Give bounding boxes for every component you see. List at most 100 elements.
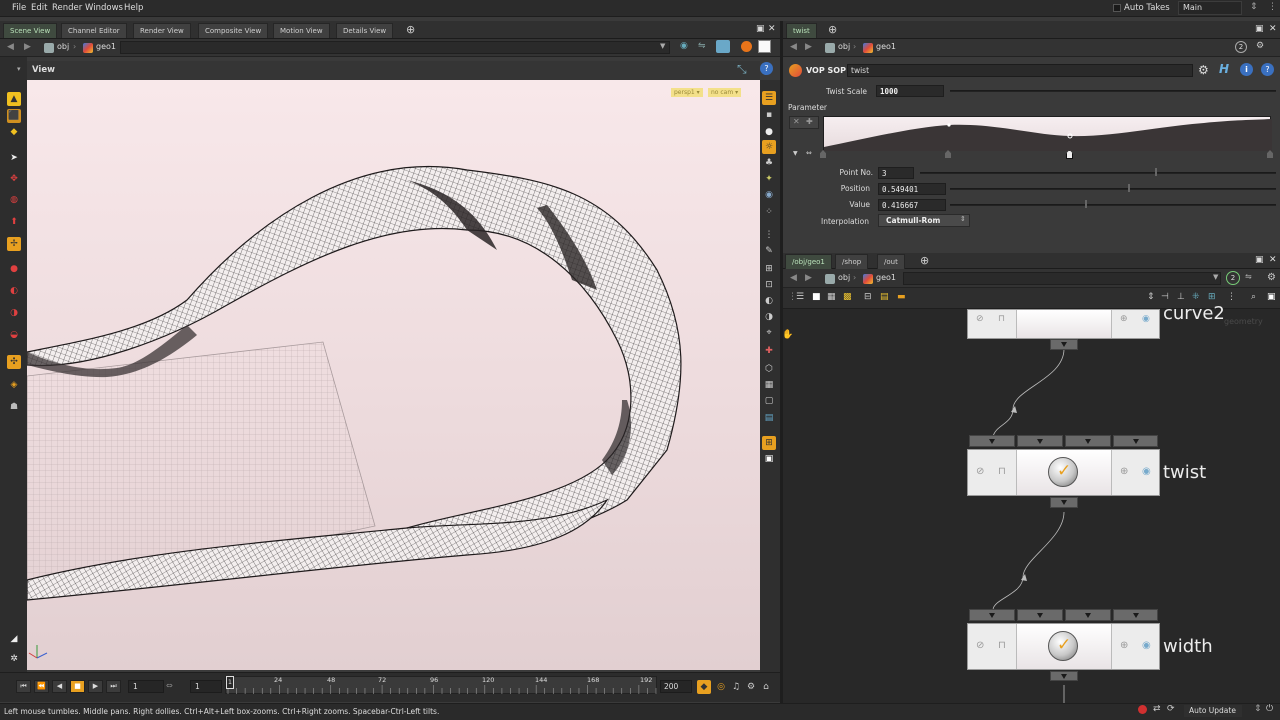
grid-snap-icon[interactable]: ⁜ bbox=[1192, 292, 1200, 302]
template-icon[interactable]: ◑ bbox=[762, 310, 776, 324]
safe-area-icon[interactable]: ▢ bbox=[762, 394, 776, 408]
pointer-icon[interactable]: ➤ bbox=[7, 151, 21, 165]
timeline-options-icon[interactable]: ⌂ bbox=[759, 680, 773, 694]
settings-icon[interactable]: ⚙ bbox=[1267, 272, 1276, 283]
ramp-controls[interactable]: ✕ ✚ bbox=[789, 116, 819, 129]
play-reverse-button[interactable]: ◀ bbox=[52, 680, 67, 693]
camera-lock-icon[interactable]: ⊡ bbox=[762, 278, 776, 292]
point-no-handle[interactable] bbox=[1155, 168, 1157, 176]
tab-out[interactable]: /out bbox=[877, 254, 905, 269]
menu-windows[interactable]: Windows bbox=[85, 3, 123, 13]
tab-channel-editor[interactable]: Channel Editor bbox=[61, 23, 127, 38]
flipbook-icon[interactable]: ⊞ bbox=[762, 436, 776, 450]
current-frame-field[interactable]: 1 bbox=[190, 680, 222, 693]
list-view-icon[interactable]: ☰ bbox=[796, 292, 804, 302]
path-root[interactable]: obj bbox=[57, 42, 69, 51]
add-tab-icon[interactable]: ⊕ bbox=[828, 23, 837, 36]
bypass-icon[interactable]: ⊘ bbox=[976, 314, 984, 324]
background-icon[interactable]: ✚ bbox=[762, 344, 776, 358]
key-icon[interactable]: ◆ bbox=[697, 680, 711, 694]
forward-icon[interactable]: ▶ bbox=[24, 42, 31, 52]
maximize-icon[interactable]: ▣ bbox=[756, 24, 765, 34]
forward-icon[interactable]: ▶ bbox=[805, 42, 812, 52]
frame-all-icon[interactable]: ▣ bbox=[1267, 292, 1276, 302]
menu-help[interactable]: Help bbox=[124, 3, 143, 13]
position-field[interactable]: 0.549401 bbox=[878, 183, 946, 195]
back-icon[interactable]: ◀ bbox=[790, 273, 797, 283]
magnet-icon[interactable]: ◑ bbox=[7, 306, 21, 320]
view-tool-icon[interactable]: ✣ bbox=[7, 355, 21, 369]
sticky-icon[interactable]: ▦ bbox=[827, 292, 836, 302]
brush-icon[interactable]: ● bbox=[7, 262, 21, 276]
network-box-icon[interactable]: ▩ bbox=[843, 292, 852, 302]
close-pane-icon[interactable]: ✕ bbox=[1269, 255, 1277, 265]
global-anim-icon[interactable]: ⚙ bbox=[744, 680, 758, 694]
point-no-field[interactable]: 3 bbox=[878, 167, 914, 179]
vis-icon[interactable]: ◐ bbox=[762, 294, 776, 308]
new-node-icon[interactable]: ■ bbox=[812, 292, 821, 302]
bypass-icon[interactable]: ⊘ bbox=[976, 640, 984, 651]
playhead[interactable]: 1 bbox=[226, 676, 234, 689]
twist-scale-slider[interactable] bbox=[950, 90, 1276, 92]
rotate-icon[interactable]: ◍ bbox=[7, 193, 21, 207]
cook-icon[interactable]: ⟳ bbox=[1167, 704, 1175, 714]
ramp-key-marker-selected[interactable] bbox=[1066, 150, 1073, 159]
align-icon[interactable]: ⊣ bbox=[1161, 292, 1169, 302]
auto-update-select[interactable]: Auto Update bbox=[1184, 705, 1242, 717]
light-icon[interactable]: ☼ bbox=[762, 140, 776, 154]
normals-icon[interactable]: ⋮ bbox=[762, 228, 776, 242]
maximize-icon[interactable]: ▣ bbox=[1255, 255, 1264, 265]
position-handle[interactable] bbox=[1128, 184, 1130, 192]
stop-button[interactable]: ■ bbox=[70, 680, 85, 693]
auto-takes-checkbox[interactable] bbox=[1113, 4, 1121, 12]
tree-icon[interactable]: ⊥ bbox=[1177, 292, 1185, 302]
scale-icon[interactable]: ⬆ bbox=[7, 215, 21, 229]
help-icon[interactable]: ? bbox=[760, 62, 773, 75]
back-icon[interactable]: ◀ bbox=[7, 42, 14, 52]
persp-icon[interactable]: ⬡ bbox=[762, 362, 776, 376]
end-frame-field[interactable]: 200 bbox=[660, 680, 692, 693]
op-name-field[interactable]: twist bbox=[847, 64, 1193, 77]
display-flag-icon[interactable]: ◉ bbox=[1142, 640, 1151, 651]
viewport-label[interactable]: View bbox=[32, 65, 55, 75]
tab-param-twist[interactable]: twist bbox=[786, 23, 817, 38]
display-options-icon[interactable]: ⤡ bbox=[737, 62, 747, 77]
sort-icon[interactable]: ⇕ bbox=[1147, 292, 1155, 302]
lock-icon[interactable]: ⊓ bbox=[998, 314, 1005, 324]
orbit-icon[interactable]: ◈ bbox=[7, 378, 21, 392]
value-field[interactable]: 0.416667 bbox=[878, 199, 946, 211]
tab-details-view[interactable]: Details View bbox=[336, 23, 394, 38]
dropdown-icon[interactable]: ▼ bbox=[1213, 273, 1218, 281]
node-label-width[interactable]: width bbox=[1163, 636, 1213, 657]
more-icon[interactable]: ⋮ bbox=[1268, 2, 1277, 12]
menu-file[interactable]: File bbox=[12, 3, 26, 13]
maximize-icon[interactable]: ▣ bbox=[1255, 24, 1264, 34]
delete-point-icon[interactable]: ✕ bbox=[793, 117, 800, 126]
jump-start-button[interactable]: ⏮ bbox=[16, 680, 31, 693]
menu-render[interactable]: Render bbox=[52, 3, 82, 13]
camera-nocam-tag[interactable]: no cam ▾ bbox=[708, 88, 742, 97]
network-path-field[interactable] bbox=[903, 272, 1221, 285]
path-field[interactable] bbox=[120, 41, 670, 54]
point-no-slider[interactable] bbox=[920, 172, 1276, 174]
lock-icon[interactable]: ⊓ bbox=[998, 466, 1006, 477]
ghost-icon[interactable]: ♣ bbox=[762, 156, 776, 170]
ramp-key-marker[interactable] bbox=[945, 150, 951, 158]
handle-icon[interactable]: ✢ bbox=[7, 237, 21, 251]
grid-icon[interactable]: ▦ bbox=[762, 378, 776, 392]
pose-icon[interactable]: ◆ bbox=[7, 125, 21, 139]
path-node[interactable]: geo1 bbox=[876, 273, 896, 282]
add-point-icon[interactable]: ✚ bbox=[806, 117, 813, 126]
close-pane-icon[interactable]: ✕ bbox=[768, 24, 776, 34]
grid-view-icon[interactable]: ⊞ bbox=[1208, 292, 1216, 302]
template-flag-icon[interactable]: ⊕ bbox=[1120, 314, 1128, 324]
bypass-icon[interactable]: ⊘ bbox=[976, 466, 984, 477]
close-pane-icon[interactable]: ✕ bbox=[1269, 24, 1277, 34]
tab-motion-view[interactable]: Motion View bbox=[273, 23, 330, 38]
wire-mode-icon[interactable]: ☰ bbox=[762, 91, 776, 105]
value-handle[interactable] bbox=[1085, 200, 1087, 208]
update-arrows-icon[interactable]: ⇕ bbox=[1254, 704, 1262, 714]
eraser-icon[interactable]: ◢ bbox=[7, 632, 21, 646]
start-frame-field[interactable]: 1 bbox=[128, 680, 164, 693]
path-node[interactable]: geo1 bbox=[96, 42, 116, 51]
